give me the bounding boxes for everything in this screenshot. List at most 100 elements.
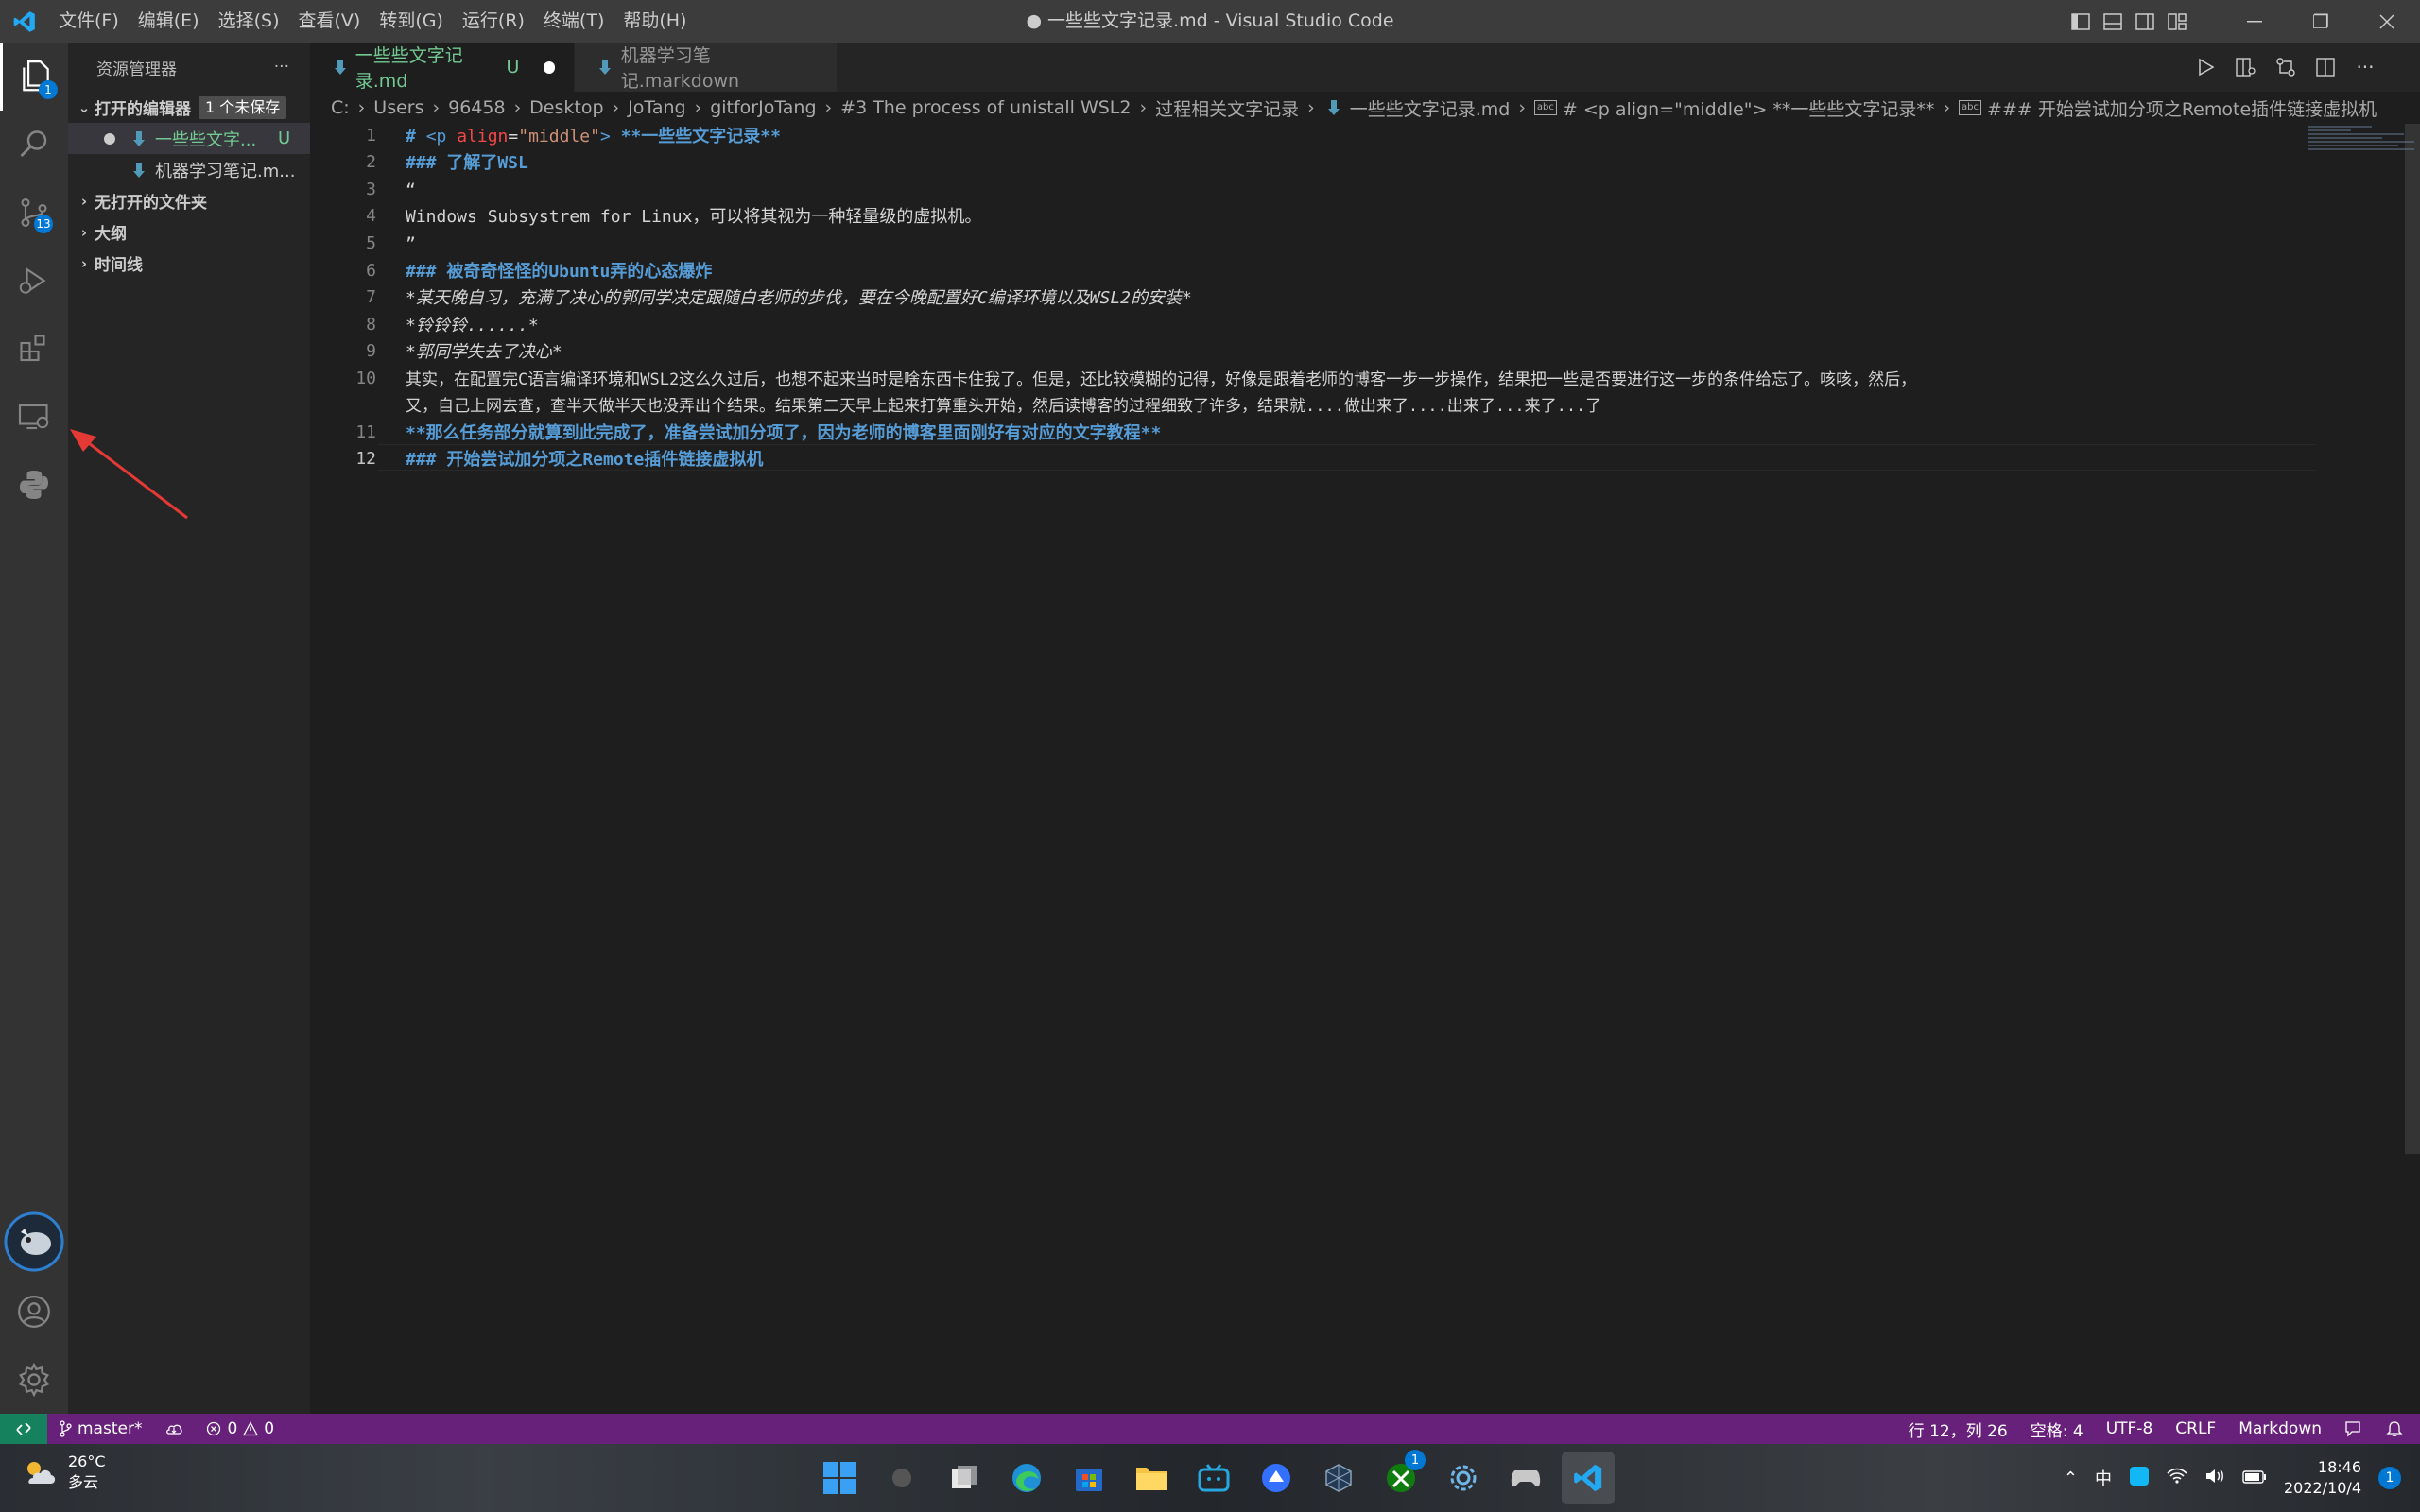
menu-go[interactable]: 转到(G) <box>370 0 453 43</box>
vscode-taskbar-icon[interactable] <box>1562 1452 1615 1504</box>
code-line-12: ### 开始尝试加分项之Remote插件链接虚拟机 <box>406 450 764 470</box>
toggle-secondary-sidebar-icon[interactable] <box>2129 0 2161 43</box>
language-mode[interactable]: Markdown <box>2227 1414 2333 1444</box>
qq-tray-icon[interactable] <box>2129 1466 2150 1491</box>
start-menu-icon[interactable] <box>813 1452 866 1504</box>
show-hidden-icons-chevron-icon[interactable]: ⌃ <box>2064 1469 2078 1488</box>
battery-icon[interactable] <box>2242 1469 2267 1488</box>
settings-app-icon[interactable] <box>1437 1452 1490 1504</box>
timeline-label: 时间线 <box>95 256 143 275</box>
minimap[interactable] <box>2308 124 2414 162</box>
indentation[interactable]: 空格: 4 <box>2019 1414 2095 1444</box>
more-actions-icon[interactable]: ··· <box>2348 50 2382 84</box>
menu-selection[interactable]: 选择(S) <box>209 0 289 43</box>
outline-label: 大纲 <box>95 225 127 244</box>
weather-widget[interactable]: 26°C 多云 <box>21 1452 106 1493</box>
breadcrumb-item[interactable]: 过程相关文字记录 <box>1155 95 1299 121</box>
line-number: 7 <box>366 287 376 307</box>
python-icon[interactable] <box>0 451 68 519</box>
remote-explorer-icon[interactable] <box>0 383 68 451</box>
menu-terminal[interactable]: 终端(T) <box>534 0 614 43</box>
code-line-10: 其实，在配置完C语言编译环境和WSL2这么久过后，也想不起来当时是啥东西卡住我了… <box>406 370 1917 389</box>
branch-name: master* <box>78 1419 143 1438</box>
explorer-header: 资源管理器 ··· <box>68 43 310 92</box>
accounts-icon[interactable] <box>0 1278 68 1346</box>
open-changes-icon[interactable] <box>2269 50 2303 84</box>
volume-icon[interactable] <box>2204 1468 2225 1489</box>
cursor-position[interactable]: 行 12，列 26 <box>1897 1414 2019 1444</box>
tab-markdown-notes[interactable]: 机器学习笔记.markdown <box>575 43 838 92</box>
bilibili-icon[interactable] <box>1187 1452 1240 1504</box>
breadcrumb-item[interactable]: Desktop <box>529 97 603 118</box>
breadcrumb-item[interactable]: 96458 <box>448 97 505 118</box>
manage-gear-icon[interactable] <box>0 1346 68 1414</box>
line-ending[interactable]: CRLF <box>2164 1414 2227 1444</box>
wifi-icon[interactable] <box>2167 1468 2187 1489</box>
clock[interactable]: 18:46 2022/10/4 <box>2284 1457 2361 1499</box>
code-editor[interactable]: 1 2 3 4 5 6 7 8 9 10 11 12 # <p align="m… <box>310 124 2420 1414</box>
microsoft-store-icon[interactable] <box>1063 1452 1115 1504</box>
run-debug-icon[interactable] <box>0 247 68 315</box>
encoding[interactable]: UTF-8 <box>2095 1414 2165 1444</box>
unsaved-dot-icon[interactable] <box>104 132 115 145</box>
breadcrumb-item[interactable]: gitforJoTang <box>710 97 816 118</box>
markdown-file-icon <box>129 162 149 179</box>
close-button[interactable] <box>2354 0 2420 43</box>
feedback-icon[interactable] <box>2333 1414 2375 1444</box>
menu-view[interactable]: 查看(V) <box>289 0 371 43</box>
game-controller-icon[interactable] <box>1499 1452 1552 1504</box>
avatar[interactable] <box>0 1208 68 1276</box>
unsaved-dot-icon[interactable] <box>544 60 555 74</box>
chevron-right-icon: › <box>80 254 88 272</box>
restore-button[interactable]: ❐ <box>2288 0 2354 43</box>
split-editor-icon[interactable] <box>2308 50 2342 84</box>
open-preview-icon[interactable] <box>2229 50 2263 84</box>
source-control-icon[interactable]: 13 <box>0 179 68 247</box>
notification-count[interactable]: 1 <box>2378 1467 2401 1489</box>
outline-section[interactable]: › 大纲 <box>68 216 310 248</box>
notifications-bell-icon[interactable] <box>2375 1414 2414 1444</box>
breadcrumb-file[interactable]: 一些些文字记录.md <box>1350 95 1511 121</box>
tab-active-file[interactable]: 一些些文字记录.md U <box>310 43 575 92</box>
no-folder-section[interactable]: › 无打开的文件夹 <box>68 185 310 216</box>
timeline-section[interactable]: › 时间线 <box>68 248 310 279</box>
toggle-panel-icon[interactable] <box>2097 0 2129 43</box>
breadcrumb-symbol[interactable]: ### 开始尝试加分项之Remote插件链接虚拟机 <box>1987 95 2377 121</box>
menu-file[interactable]: 文件(F) <box>49 0 129 43</box>
breadcrumb-item[interactable]: C: <box>331 97 350 118</box>
xbox-badge: 1 <box>1405 1450 1426 1470</box>
more-actions-button[interactable]: ··· <box>274 58 289 77</box>
xbox-icon[interactable]: 1 <box>1374 1450 1427 1504</box>
breadcrumb-item[interactable]: Users <box>373 97 424 118</box>
open-editor-item[interactable]: 一些些文字... U <box>68 123 310 154</box>
breadcrumb-symbol[interactable]: # <p align="middle"> **一些些文字记录** <box>1563 95 1935 121</box>
extensions-icon[interactable] <box>0 315 68 383</box>
run-icon[interactable] <box>2189 50 2223 84</box>
open-editor-item[interactable]: 机器学习笔记.m... <box>68 154 310 185</box>
feishu-icon[interactable] <box>1250 1452 1303 1504</box>
open-editors-section[interactable]: ⌄ 打开的编辑器 1 个未保存 <box>68 92 310 123</box>
task-view-icon[interactable] <box>938 1452 991 1504</box>
code-line-11: **那么任务部分就算到此完成了，准备尝试加分项了，因为老师的博客里面刚好有对应的… <box>406 423 1162 443</box>
search-icon[interactable] <box>0 111 68 179</box>
edge-browser-icon[interactable] <box>1000 1452 1053 1504</box>
virtualbox-icon[interactable] <box>1312 1452 1365 1504</box>
input-method[interactable]: 中 <box>2095 1466 2112 1490</box>
problems-status[interactable]: 0 0 <box>195 1414 285 1444</box>
sync-icon[interactable] <box>153 1414 195 1444</box>
menu-edit[interactable]: 编辑(E) <box>129 0 209 43</box>
file-explorer-icon[interactable] <box>1125 1452 1178 1504</box>
menu-run[interactable]: 运行(R) <box>453 0 534 43</box>
branch-status[interactable]: master* <box>47 1414 153 1444</box>
toggle-sidebar-icon[interactable] <box>2065 0 2097 43</box>
explorer-icon[interactable]: 1 <box>0 43 68 111</box>
vertical-scrollbar[interactable] <box>2405 124 2420 1154</box>
breadcrumb-item[interactable]: JoTang <box>628 97 685 118</box>
vscode-logo-icon[interactable] <box>0 0 49 43</box>
minimize-button[interactable] <box>2221 0 2288 43</box>
remote-indicator-icon[interactable] <box>0 1414 47 1444</box>
menu-help[interactable]: 帮助(H) <box>614 0 696 43</box>
breadcrumb-item[interactable]: #3 The process of unistall WSL2 <box>840 97 1131 118</box>
search-taskbar-icon[interactable] <box>875 1452 928 1504</box>
customize-layout-icon[interactable] <box>2161 0 2193 43</box>
